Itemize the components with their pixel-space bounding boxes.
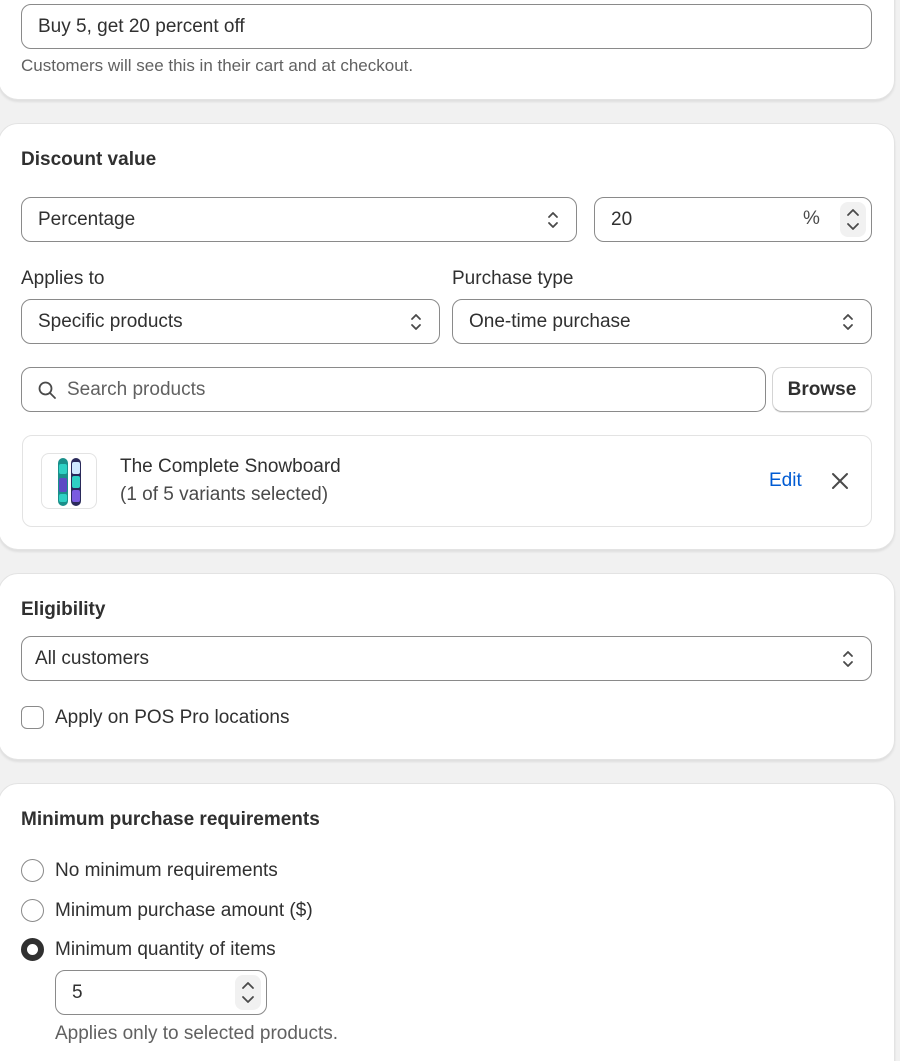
applies-to-value: Specific products [38, 310, 183, 332]
discount-value-heading: Discount value [21, 149, 157, 170]
browse-button[interactable]: Browse [772, 367, 872, 412]
pos-pro-label: Apply on POS Pro locations [55, 707, 290, 728]
amount-stepper[interactable] [840, 202, 866, 237]
stepper-down-icon[interactable] [241, 995, 255, 1005]
stepper-down-icon[interactable] [846, 222, 860, 232]
purchase-type-select[interactable]: One-time purchase [452, 299, 872, 344]
product-variants: (1 of 5 variants selected) [120, 484, 329, 505]
eligibility-heading: Eligibility [21, 599, 106, 620]
eligibility-value: All customers [35, 647, 150, 669]
radio-minimum-amount[interactable] [21, 899, 44, 922]
pos-pro-checkbox[interactable] [21, 706, 44, 729]
purchase-type-label: Purchase type [452, 268, 574, 289]
discount-type-select[interactable]: Percentage [21, 197, 577, 242]
search-placeholder: Search products [67, 378, 206, 400]
search-icon [38, 381, 56, 399]
product-name: The Complete Snowboard [120, 456, 341, 477]
close-icon[interactable] [830, 471, 850, 491]
purchase-type-value: One-time purchase [469, 310, 631, 332]
chevron-up-down-icon [841, 311, 855, 333]
radio-minimum-quantity[interactable] [21, 938, 44, 961]
minimum-quantity-input[interactable]: 5 [55, 970, 267, 1015]
quantity-stepper[interactable] [235, 975, 261, 1010]
discount-amount-input[interactable]: 20 % [594, 197, 872, 242]
chevron-up-down-icon [409, 311, 423, 333]
quantity-help-text: Applies only to selected products. [55, 1023, 339, 1044]
applies-to-label: Applies to [21, 268, 105, 289]
radio-no-minimum[interactable] [21, 859, 44, 882]
chevron-up-down-icon [841, 648, 855, 670]
edit-product-link[interactable]: Edit [769, 470, 802, 492]
discount-title-value: Buy 5, get 20 percent off [38, 15, 245, 37]
stepper-up-icon[interactable] [241, 980, 255, 990]
radio-minimum-quantity-label: Minimum quantity of items [55, 939, 276, 960]
discount-title-input[interactable]: Buy 5, get 20 percent off [21, 4, 872, 49]
product-thumbnail [41, 453, 97, 509]
percent-suffix: % [803, 208, 820, 229]
discount-amount-value: 20 [611, 208, 633, 230]
radio-minimum-amount-label: Minimum purchase amount ($) [55, 900, 313, 921]
radio-no-minimum-label: No minimum requirements [55, 860, 278, 881]
selected-product-item: The Complete Snowboard (1 of 5 variants … [22, 435, 872, 527]
eligibility-select[interactable]: All customers [21, 636, 872, 681]
discount-type-value: Percentage [38, 208, 136, 230]
stepper-up-icon[interactable] [846, 207, 860, 217]
minimum-quantity-value: 5 [72, 981, 83, 1003]
applies-to-select[interactable]: Specific products [21, 299, 440, 344]
chevron-up-down-icon [546, 209, 560, 231]
search-products-input[interactable]: Search products [21, 367, 766, 412]
minimum-requirements-heading: Minimum purchase requirements [21, 809, 320, 830]
title-help-text: Customers will see this in their cart an… [21, 56, 414, 75]
